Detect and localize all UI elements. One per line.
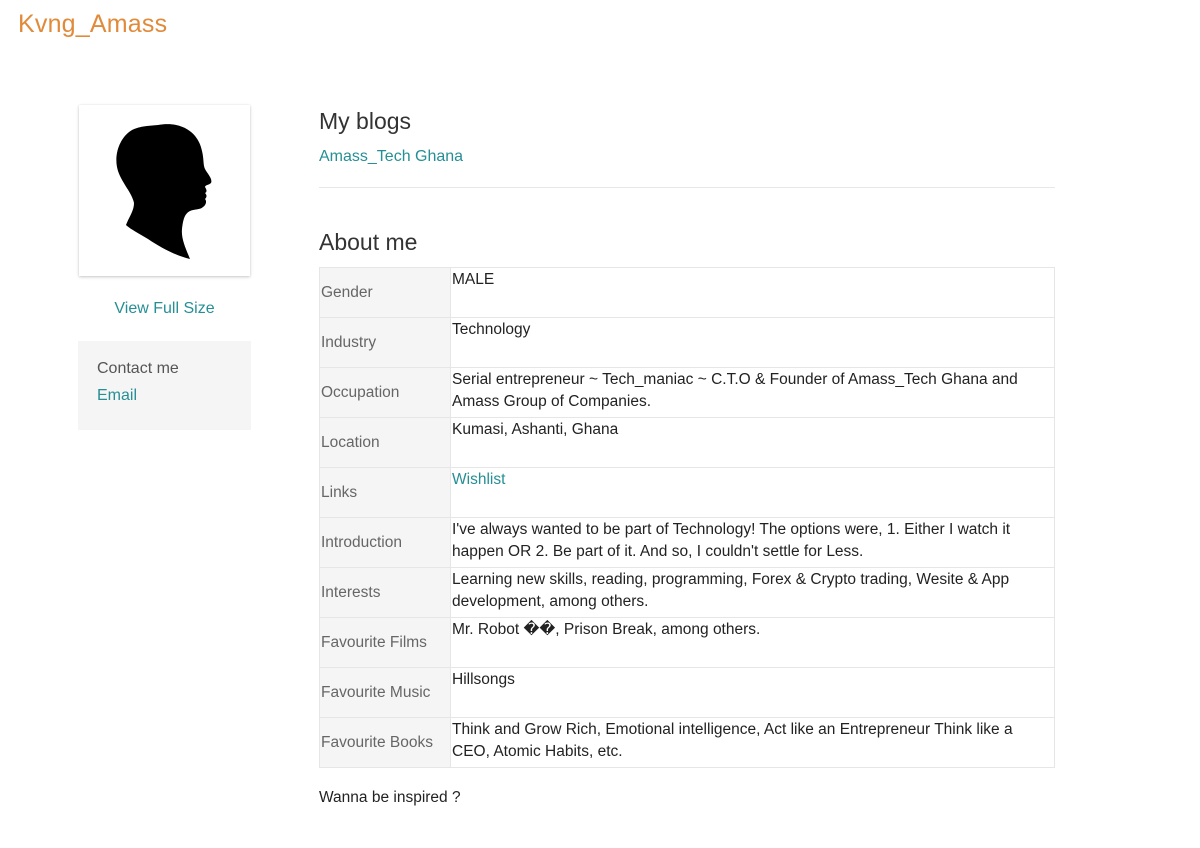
email-link[interactable]: Email <box>97 387 232 405</box>
divider <box>319 187 1055 188</box>
table-row: Favourite Books Think and Grow Rich, Emo… <box>319 717 1055 768</box>
table-row: Favourite Music Hillsongs <box>319 667 1055 718</box>
silhouette-head-icon <box>115 123 211 259</box>
wishlist-link[interactable]: Wishlist <box>452 471 505 488</box>
about-table: Gender MALE Industry Technology Occupati… <box>319 267 1055 768</box>
table-row: Industry Technology <box>319 317 1055 368</box>
contact-heading: Contact me <box>97 360 179 377</box>
profile-photo[interactable] <box>79 105 250 276</box>
row-label-gender: Gender <box>319 267 451 318</box>
row-value-favourite-films: Mr. Robot ��, Prison Break, among others… <box>450 617 1055 668</box>
row-value-links: Wishlist <box>450 467 1055 518</box>
view-full-size-link[interactable]: View Full Size <box>79 300 250 318</box>
row-label-occupation: Occupation <box>319 367 451 418</box>
table-row: Location Kumasi, Ashanti, Ghana <box>319 417 1055 468</box>
site-title[interactable]: Kvng_Amass <box>18 10 167 39</box>
inspired-text: Wanna be inspired ? <box>319 789 461 806</box>
table-row: Interests Learning new skills, reading, … <box>319 567 1055 618</box>
row-value-gender: MALE <box>450 267 1055 318</box>
row-value-location: Kumasi, Ashanti, Ghana <box>450 417 1055 468</box>
row-label-location: Location <box>319 417 451 468</box>
contact-box: Contact me Email <box>78 341 251 430</box>
row-label-introduction: Introduction <box>319 517 451 568</box>
row-label-links: Links <box>319 467 451 518</box>
main-content: My blogs Amass_Tech Ghana About me Gende… <box>319 108 1055 807</box>
table-row: Occupation Serial entrepreneur ~ Tech_ma… <box>319 367 1055 418</box>
row-value-favourite-music: Hillsongs <box>450 667 1055 718</box>
about-heading: About me <box>319 229 418 255</box>
row-value-favourite-books: Think and Grow Rich, Emotional intellige… <box>450 717 1055 768</box>
row-label-interests: Interests <box>319 567 451 618</box>
table-row: Links Wishlist <box>319 467 1055 518</box>
row-label-favourite-films: Favourite Films <box>319 617 451 668</box>
blogs-heading: My blogs <box>319 108 412 134</box>
blog-link-amass-tech-ghana[interactable]: Amass_Tech Ghana <box>319 148 1055 166</box>
row-value-introduction: I've always wanted to be part of Technol… <box>450 517 1055 568</box>
row-value-industry: Technology <box>450 317 1055 368</box>
row-label-favourite-music: Favourite Music <box>319 667 451 718</box>
row-label-favourite-books: Favourite Books <box>319 717 451 768</box>
table-row: Favourite Films Mr. Robot ��, Prison Bre… <box>319 617 1055 668</box>
row-value-interests: Learning new skills, reading, programmin… <box>450 567 1055 618</box>
table-row: Introduction I've always wanted to be pa… <box>319 517 1055 568</box>
row-value-occupation: Serial entrepreneur ~ Tech_maniac ~ C.T.… <box>450 367 1055 418</box>
row-label-industry: Industry <box>319 317 451 368</box>
table-row: Gender MALE <box>319 267 1055 318</box>
